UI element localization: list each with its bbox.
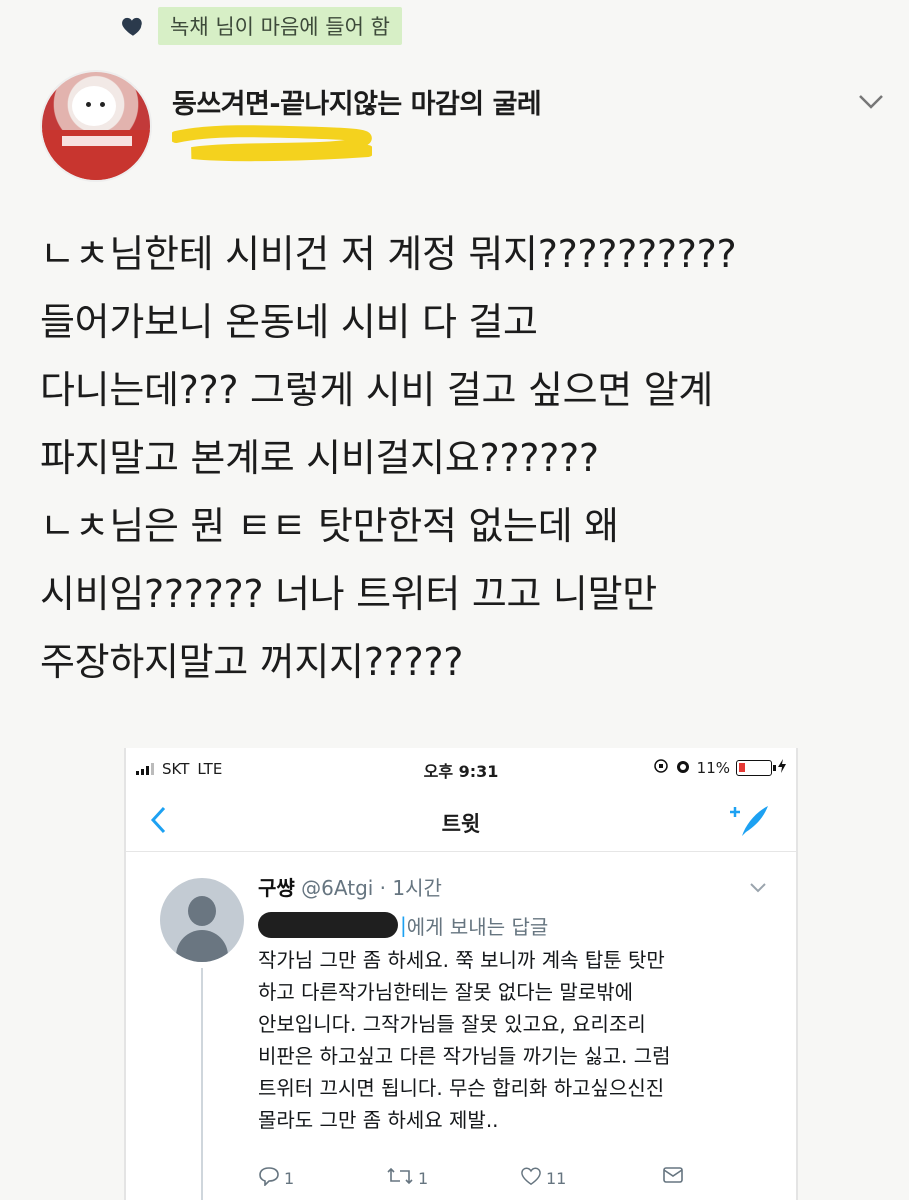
retweet-button[interactable]: 1 xyxy=(386,1166,428,1190)
reply-line: 하고 다른작가님한테는 잘못 없다는 말로밖에 xyxy=(258,980,634,1004)
chevron-down-icon[interactable] xyxy=(748,880,768,894)
tweet-text: ㄴㅊ님한테 시비건 저 계정 뭐지?????????? 들어가보니 온동네 시비… xyxy=(40,220,900,696)
reply-line: 몰라도 그만 좀 하세요 제발.. xyxy=(258,1108,499,1132)
tweet-line: 들어가보니 온동네 시비 다 걸고 xyxy=(40,300,538,344)
tweet-line: 주장하지말고 꺼지지????? xyxy=(40,640,464,684)
like-button[interactable]: 11 xyxy=(520,1166,566,1190)
replying-to-label: 에게 보내는 답글 xyxy=(406,914,549,939)
retweet-count: 1 xyxy=(418,1168,429,1188)
rotation-lock-icon xyxy=(653,758,669,778)
reply-text: 작가님 그만 좀 하세요. 쭉 보니까 계속 탑툰 탓만 하고 다른작가님한테는… xyxy=(258,944,788,1136)
reply-header: 구썅 @6Atgi · 1시간 xyxy=(258,872,442,901)
reply-meta: @6Atgi · 1시간 xyxy=(301,876,442,900)
charging-icon xyxy=(778,759,786,777)
avatar-stripe xyxy=(62,136,132,146)
nav-title: 트윗 xyxy=(441,812,481,836)
reply-line: 안보입니다. 그작가님들 잘못 있고요, 요리조리 xyxy=(258,1012,646,1036)
battery-percent: 11% xyxy=(696,759,730,777)
reply-author-name[interactable]: 구썅 xyxy=(258,876,295,900)
reply-actions: 1 1 11 xyxy=(258,1166,778,1196)
tweet-line: 시비임?????? 너나 트위터 끄고 니말만 xyxy=(40,572,657,616)
envelope-icon xyxy=(662,1166,684,1188)
reply-icon xyxy=(258,1166,280,1190)
reply-button[interactable]: 1 xyxy=(258,1166,294,1190)
tweet-line: ㄴㅊ님은 뭔 ㅌㅌ 탓만한적 없는데 왜 xyxy=(40,504,619,548)
replying-to: | 에게 보내는 답글 xyxy=(258,910,548,940)
message-button[interactable] xyxy=(662,1166,684,1188)
reply-line: 트위터 끄시면 됩니다. 무슨 합리화 하고싶으신진 xyxy=(258,1076,665,1100)
like-icon xyxy=(520,1166,542,1190)
avatar-eye xyxy=(100,102,105,107)
display-name[interactable]: 동쓰겨면-끝나지않는 마감의 굴레 xyxy=(172,82,542,121)
like-count: 11 xyxy=(546,1168,567,1188)
tweet-line: 다니는데??? 그렇게 시비 걸고 싶으면 알계 xyxy=(40,368,714,412)
reply-line: 비판은 하고싶고 다른 작가님들 까기는 싫고. 그럼 xyxy=(258,1044,671,1068)
avatar-eye xyxy=(86,102,91,107)
redaction-bar xyxy=(258,912,398,938)
compose-tweet-icon[interactable] xyxy=(728,802,772,840)
avatar-snowman xyxy=(72,86,116,126)
reply-avatar[interactable] xyxy=(160,878,244,962)
attached-screenshot[interactable]: SKT LTE 오후 9:31 11% 트윗 구썅 @6Atgi · 1시간 |… xyxy=(124,748,798,1200)
tweet-line: ㄴㅊ님한테 시비건 저 계정 뭐지?????????? xyxy=(40,232,737,276)
reply-count: 1 xyxy=(284,1168,295,1188)
chevron-down-icon[interactable] xyxy=(856,90,886,114)
heart-icon xyxy=(120,13,146,39)
alarm-icon xyxy=(675,758,691,778)
thread-line xyxy=(201,968,203,1200)
retweet-icon xyxy=(386,1166,414,1190)
nav-bar: 트윗 xyxy=(126,788,796,852)
handle-redaction-scribble xyxy=(170,125,374,163)
liked-by-notice: 녹채 님이 마음에 들어 함 xyxy=(120,4,402,48)
tweet-line: 파지말고 본계로 시비걸지요?????? xyxy=(40,436,599,480)
reply-line: 작가님 그만 좀 하세요. 쭉 보니까 계속 탑툰 탓만 xyxy=(258,948,665,972)
avatar[interactable] xyxy=(40,70,152,182)
liked-by-text: 녹채 님이 마음에 들어 함 xyxy=(158,7,402,45)
battery-icon xyxy=(736,760,776,776)
status-bar: SKT LTE 오후 9:31 11% xyxy=(126,748,796,788)
